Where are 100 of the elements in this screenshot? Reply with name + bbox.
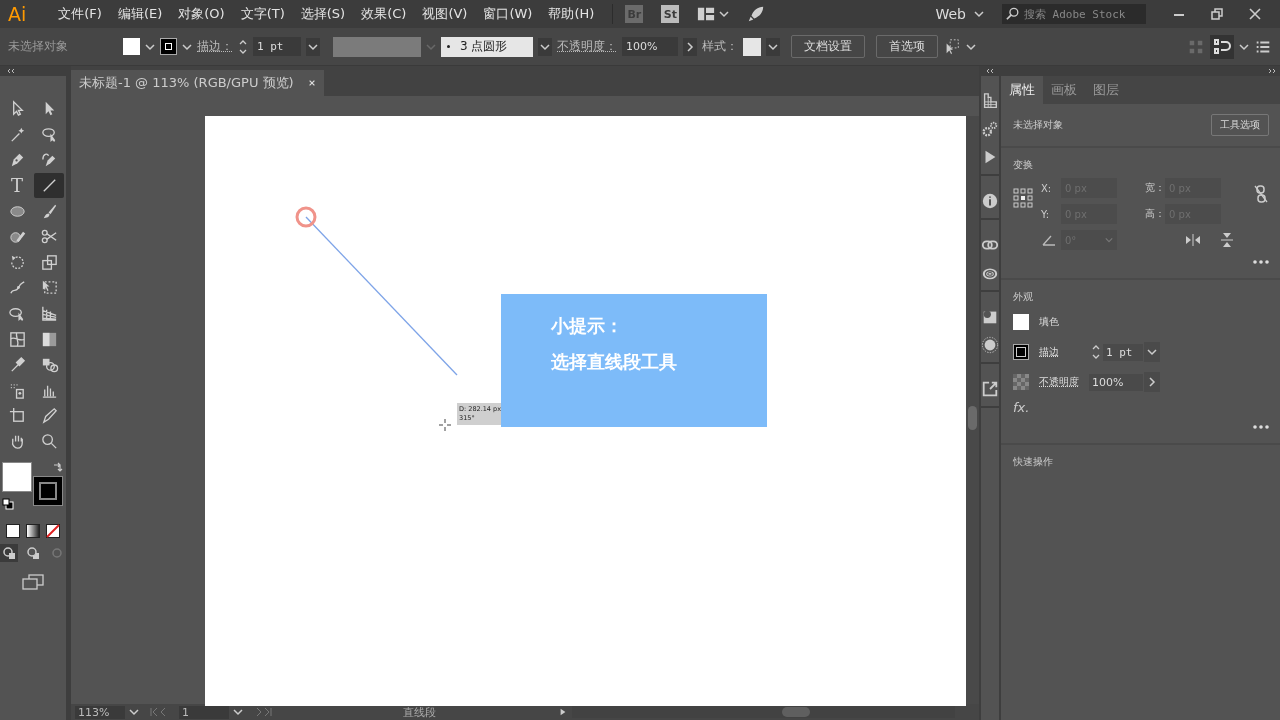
menu-item[interactable]: 窗口(W) (477, 5, 539, 23)
vertical-scrollbar[interactable] (966, 116, 979, 704)
caret-icon[interactable] (306, 37, 320, 56)
menu-item[interactable]: 文字(T) (234, 5, 291, 23)
menu-item[interactable]: 视图(V) (416, 5, 474, 23)
document-tab[interactable]: 未标题-1 @ 113% (RGB/GPU 预览) (71, 70, 324, 96)
checker-icon[interactable] (1013, 374, 1029, 390)
image-trace-icon[interactable] (981, 308, 999, 326)
gradient-button[interactable] (26, 524, 40, 539)
stroke-label[interactable]: 描边： (197, 38, 233, 55)
opacity-field[interactable]: 100% (622, 37, 678, 56)
stroke-swatch[interactable] (160, 38, 177, 55)
stock-button[interactable]: St (661, 5, 680, 23)
fill-swatch[interactable] (123, 38, 140, 55)
fill-label: 填色 (1039, 315, 1060, 329)
menu-item[interactable]: 对象(O) (172, 5, 231, 23)
restore-icon[interactable] (1210, 7, 1224, 21)
section-title: 变换 (1013, 158, 1034, 172)
caret-icon[interactable] (719, 10, 730, 18)
collapse-icon[interactable] (6, 67, 16, 75)
panel-tab[interactable]: 属性 (1001, 76, 1043, 104)
selection-label: 未选择对象 (8, 38, 68, 55)
rocket-icon[interactable] (747, 5, 766, 23)
angle-icon (1041, 234, 1057, 246)
zoom-field[interactable]: 113% (75, 705, 125, 719)
menu-item[interactable]: 效果(C) (355, 5, 413, 23)
caret-icon[interactable] (1239, 42, 1249, 51)
search-field[interactable]: 搜索 Adobe Stock (1002, 4, 1146, 24)
caret-icon[interactable] (766, 37, 780, 56)
scale-icon (39, 252, 59, 272)
caret-icon[interactable] (538, 37, 552, 56)
layout-icon[interactable] (697, 5, 716, 23)
opacity-label[interactable]: 不透明度： (557, 38, 617, 55)
effects-button[interactable]: fx. (1013, 400, 1030, 415)
line-tool[interactable] (34, 172, 64, 199)
close-icon[interactable] (307, 79, 316, 87)
screen-mode-icon[interactable] (22, 574, 44, 591)
stroke-swatch[interactable] (33, 476, 63, 507)
chevron-icon[interactable] (1144, 372, 1160, 392)
opacity-field[interactable]: 100% (1089, 373, 1143, 391)
fill-swatch[interactable] (1013, 314, 1029, 330)
caret-icon[interactable] (233, 708, 243, 716)
stepper-icon[interactable] (1091, 343, 1101, 361)
stroke-label[interactable]: 描边 (1039, 345, 1079, 359)
more-icon[interactable] (1253, 425, 1269, 429)
collapse-icon[interactable] (985, 67, 995, 75)
gears-icon[interactable] (981, 120, 999, 138)
field-label: 高： (1145, 207, 1161, 221)
menu-item[interactable]: 文件(F) (52, 5, 108, 23)
section-title: 快速操作 (1013, 455, 1054, 469)
close-icon[interactable] (1248, 7, 1262, 21)
default-colors-icon[interactable] (2, 498, 14, 511)
play-icon[interactable] (558, 708, 568, 716)
align-icon[interactable] (1210, 34, 1234, 59)
menu-item[interactable]: 编辑(E) (111, 5, 169, 23)
export-icon[interactable] (981, 380, 999, 398)
caret-icon[interactable] (145, 42, 155, 51)
brush-definition-field[interactable]: 3 点圆形 (441, 36, 533, 57)
selection-label: 未选择对象 (1013, 118, 1063, 132)
caret-icon[interactable] (966, 42, 976, 51)
panel-tab[interactable]: 画板 (1043, 76, 1085, 104)
app-logo: Ai (8, 3, 27, 25)
color-button[interactable] (6, 524, 20, 539)
search-icon (1006, 7, 1020, 21)
expand-icon[interactable] (1267, 67, 1277, 75)
stroke-weight-field[interactable]: 1 pt (253, 37, 301, 56)
sun-icon[interactable] (981, 336, 999, 354)
artboard-number-field[interactable]: 1 (179, 705, 229, 719)
workspace-switcher[interactable]: Web (935, 6, 984, 22)
magnifier-icon (39, 432, 59, 451)
toolbar-button[interactable]: 文档设置 (791, 35, 865, 58)
caret-icon[interactable] (182, 42, 192, 51)
tool-options-button[interactable]: 工具选项 (1211, 114, 1269, 136)
horizontal-scrollbar[interactable] (572, 706, 955, 718)
menu-item[interactable]: 帮助(H) (542, 5, 601, 23)
caret-icon[interactable] (129, 708, 139, 716)
none-icon[interactable] (46, 524, 60, 539)
opacity-label[interactable]: 不透明度 (1039, 375, 1079, 389)
panel-tab[interactable]: 图层 (1085, 76, 1127, 104)
info-icon[interactable] (981, 192, 999, 210)
style-swatch[interactable] (743, 37, 761, 56)
stroke-swatch[interactable] (1013, 344, 1029, 360)
type-tool[interactable]: T (2, 172, 32, 199)
menu-item[interactable]: 选择(S) (294, 5, 352, 23)
stroke-weight-field[interactable]: 1 pt (1103, 343, 1143, 361)
style-label: 样式： (702, 38, 738, 55)
draw-normal-icon[interactable] (0, 544, 18, 563)
current-tool-label: 直线段 (403, 704, 436, 720)
more-icon[interactable] (1253, 260, 1269, 264)
tip-text: 小提示： (551, 314, 624, 338)
fill-swatch[interactable] (2, 462, 32, 493)
toolbar-button[interactable]: 首选项 (876, 35, 938, 58)
click-indicator (295, 206, 317, 228)
caret-icon[interactable] (1144, 342, 1160, 362)
mesh-icon (7, 329, 27, 349)
grid-blocks-icon[interactable] (981, 92, 999, 110)
chevron-icon[interactable] (683, 37, 697, 56)
field-label: Y: (1041, 208, 1051, 220)
field-label: 宽： (1145, 181, 1161, 195)
section-title: 外观 (1013, 290, 1034, 304)
